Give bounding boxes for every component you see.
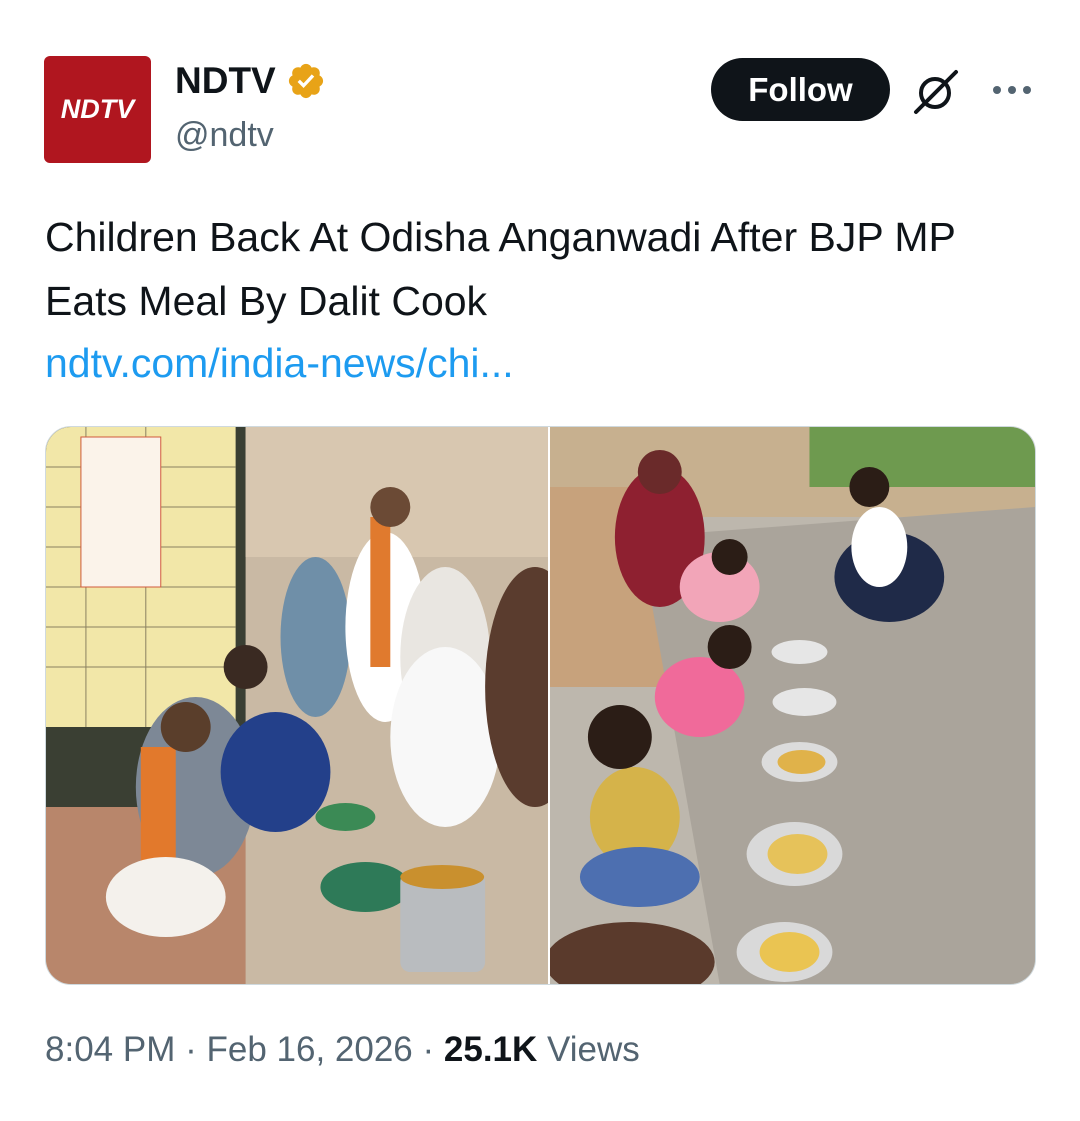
author-name-row: NDTV [175,60,326,102]
more-options-icon[interactable] [991,80,1033,100]
tweet-meta: 8:04 PM · Feb 16, 2026 · 25.1K Views [45,1030,640,1070]
views-label: Views [547,1030,640,1069]
media-grid[interactable] [45,426,1036,985]
verified-badge-icon[interactable] [286,61,326,101]
tweet-text: Children Back At Odisha Anganwadi After … [45,214,956,324]
tweet-link[interactable]: ndtv.com/india-news/chi... [45,335,514,391]
tweet-date[interactable]: Feb 16, 2026 [206,1030,412,1069]
grok-icon[interactable] [912,66,962,116]
display-name[interactable]: NDTV [175,60,276,102]
avatar-logo-text: NDTV [60,94,135,124]
media-photo-left[interactable] [46,427,548,984]
meta-separator: · [422,1030,444,1069]
photo-right-illustration [549,427,1035,984]
avatar[interactable]: NDTV [44,56,151,163]
media-photo-right[interactable] [547,427,1035,984]
tweet-time[interactable]: 8:04 PM [45,1030,175,1069]
tweet-card: NDTV NDTV @ndtv Follow Children Back At … [0,0,1080,1121]
views-count: 25.1K [443,1030,538,1069]
meta-separator: · [185,1030,207,1069]
author-handle[interactable]: @ndtv [175,116,274,155]
follow-button[interactable]: Follow [711,58,890,121]
photo-left-illustration [46,427,548,984]
